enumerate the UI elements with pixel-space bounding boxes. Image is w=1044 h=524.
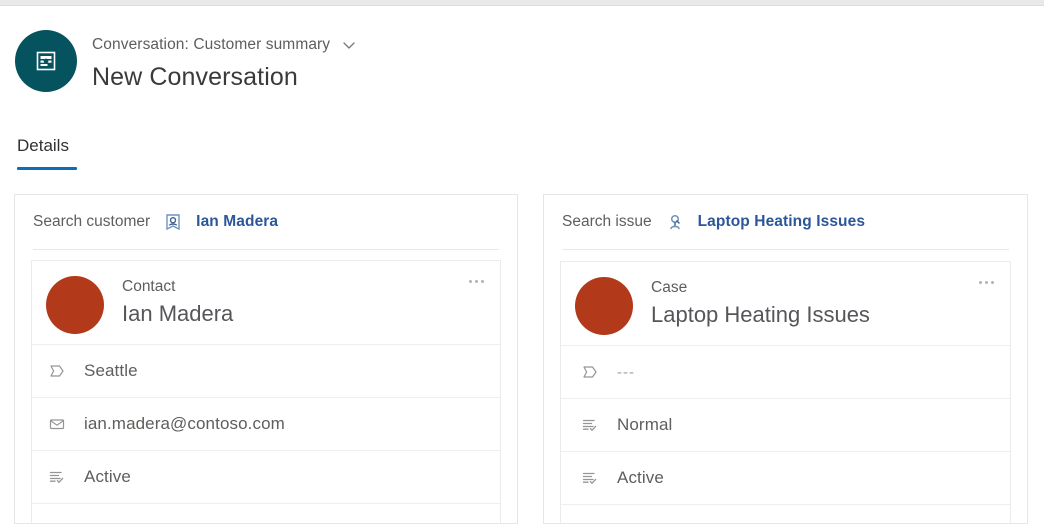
record-primary-name: Laptop Heating Issues [651, 302, 870, 327]
conversation-icon [15, 30, 77, 92]
more-options-icon[interactable] [464, 273, 488, 289]
search-issue-label: Search issue [562, 213, 652, 230]
avatar [46, 276, 104, 334]
search-issue-row: Search issue Laptop Heating Issues [544, 195, 1027, 249]
field-row-email: ian.madera@contoso.com [32, 397, 500, 450]
record-primary-name: Ian Madera [122, 301, 234, 326]
field-row-partial [32, 503, 500, 523]
tab-details-indicator [17, 167, 77, 170]
record-entity-type: Contact [122, 278, 176, 295]
search-customer-label: Search customer [33, 213, 151, 230]
search-divider [562, 249, 1009, 250]
search-customer-row: Search customer Ian Madera [15, 195, 517, 249]
search-divider [33, 249, 499, 250]
case-record-header: Case Laptop Heating Issues [561, 262, 1010, 345]
field-value-email: ian.madera@contoso.com [84, 414, 285, 433]
tab-details[interactable]: Details [17, 136, 69, 164]
avatar [575, 277, 633, 335]
field-value-status: Active [617, 468, 664, 487]
priority-icon [579, 414, 601, 436]
field-value-priority: Normal [617, 415, 673, 434]
field-value-status: Active [84, 467, 131, 486]
more-options-icon[interactable] [974, 274, 998, 290]
case-icon [664, 211, 686, 233]
case-record-card: Case Laptop Heating Issues --- Normal Ac… [560, 261, 1011, 523]
field-value-address: Seattle [84, 361, 138, 380]
email-icon [46, 413, 68, 435]
address-icon [46, 360, 68, 382]
field-row-address: Seattle [32, 344, 500, 397]
status-icon [46, 466, 68, 488]
header-subtitle: Conversation: Customer summary [92, 36, 331, 53]
page-header: Conversation: Customer summary New Conve… [0, 16, 1044, 108]
header-text-block: Conversation: Customer summary New Conve… [92, 34, 359, 92]
field-row-priority: Normal [561, 398, 1010, 451]
tab-strip: Details [0, 136, 1044, 172]
search-customer-value[interactable]: Ian Madera [196, 213, 278, 231]
field-row-status: Active [32, 450, 500, 503]
field-row-partial [561, 504, 1010, 523]
field-value-address: --- [617, 363, 635, 381]
address-icon [579, 361, 601, 383]
contact-record-header: Contact Ian Madera [32, 261, 500, 344]
contact-record-card: Contact Ian Madera Seattle ian.madera@co… [31, 260, 501, 523]
chevron-down-icon[interactable] [339, 35, 359, 55]
record-entity-type: Case [651, 279, 688, 296]
field-row-status: Active [561, 451, 1010, 504]
issue-summary-card: Search issue Laptop Heating Issues Case … [543, 194, 1028, 524]
field-row-address: --- [561, 345, 1010, 398]
app-top-strip [0, 0, 1044, 6]
status-icon [579, 467, 601, 489]
customer-summary-card: Search customer Ian Madera Contact Ian M… [14, 194, 518, 524]
contact-card-icon [162, 211, 184, 233]
page-title: New Conversation [92, 63, 298, 91]
search-issue-value[interactable]: Laptop Heating Issues [698, 213, 865, 231]
